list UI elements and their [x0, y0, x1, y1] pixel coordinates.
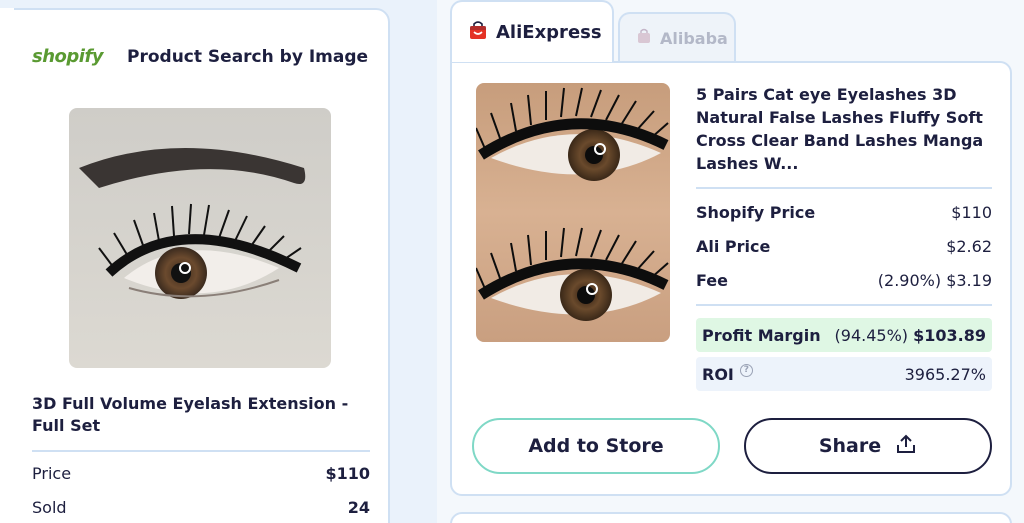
aliexpress-bag-icon — [468, 20, 488, 44]
supplier-results-area: AliExpress Alibaba 5 Pairs Cat eye Eyela… — [437, 0, 1024, 523]
supplier-product-image — [476, 83, 670, 342]
source-product-image — [69, 108, 331, 368]
profit-margin-percent: (94.45%) — [834, 325, 909, 345]
shopify-price-value: $110 — [951, 203, 992, 222]
share-label: Share — [818, 435, 882, 457]
shopify-logo: shopify — [32, 46, 104, 67]
price-value: $110 — [325, 464, 370, 483]
profit-margin-amount: $103.89 — [913, 325, 986, 345]
price-row: Price $110 — [32, 464, 370, 483]
ali-price-value: $2.62 — [946, 237, 992, 256]
divider — [696, 187, 992, 189]
sold-label: Sold — [32, 498, 67, 517]
profit-margin-row: Profit Margin (94.45%) $103.89 — [696, 318, 992, 352]
shopify-product-panel: shopify Product Search by Image 3D Full … — [0, 8, 390, 523]
help-icon[interactable]: ? — [739, 363, 753, 377]
profit-margin-label: Profit Margin — [702, 325, 821, 345]
source-product-name: 3D Full Volume Eyelash Extension - Full … — [32, 394, 349, 435]
roi-label: ROI — [702, 364, 734, 384]
fee-label: Fee — [696, 271, 728, 290]
panel-title: Product Search by Image — [127, 46, 369, 67]
tab-alibaba-label: Alibaba — [660, 28, 728, 48]
supplier-product-title[interactable]: 5 Pairs Cat eye Eyelashes 3D Natural Fal… — [696, 83, 996, 175]
add-to-store-button[interactable]: Add to Store — [472, 418, 720, 474]
fee-value: (2.90%) $3.19 — [877, 271, 992, 290]
aliexpress-result-card: 5 Pairs Cat eye Eyelashes 3D Natural Fal… — [450, 61, 1012, 496]
next-result-card — [450, 512, 1012, 523]
roi-label-group: ROI ? — [702, 363, 753, 384]
tab-alibaba[interactable]: Alibaba — [618, 12, 736, 62]
divider — [696, 304, 992, 306]
shopify-price-row: Shopify Price $110 — [696, 203, 992, 222]
share-icon — [895, 433, 917, 460]
panel-header: shopify Product Search by Image — [32, 46, 368, 67]
fee-row: Fee (2.90%) $3.19 — [696, 271, 992, 290]
roi-value: 3965.27% — [904, 364, 986, 384]
tab-aliexpress-label: AliExpress — [496, 21, 602, 43]
roi-row: ROI ? 3965.27% — [696, 357, 992, 391]
profit-margin-value: (94.45%) $103.89 — [835, 326, 986, 345]
share-button[interactable]: Share — [744, 418, 992, 474]
ali-price-label: Ali Price — [696, 237, 771, 256]
divider — [32, 450, 370, 452]
alibaba-bag-icon — [636, 28, 652, 48]
ali-price-row: Ali Price $2.62 — [696, 237, 992, 256]
tab-aliexpress[interactable]: AliExpress — [450, 0, 614, 62]
panel-edge — [0, 8, 14, 523]
shopify-price-label: Shopify Price — [696, 203, 816, 222]
add-to-store-label: Add to Store — [528, 435, 664, 457]
sold-value: 24 — [347, 498, 370, 517]
price-label: Price — [32, 464, 72, 483]
sold-row: Sold 24 — [32, 498, 370, 517]
